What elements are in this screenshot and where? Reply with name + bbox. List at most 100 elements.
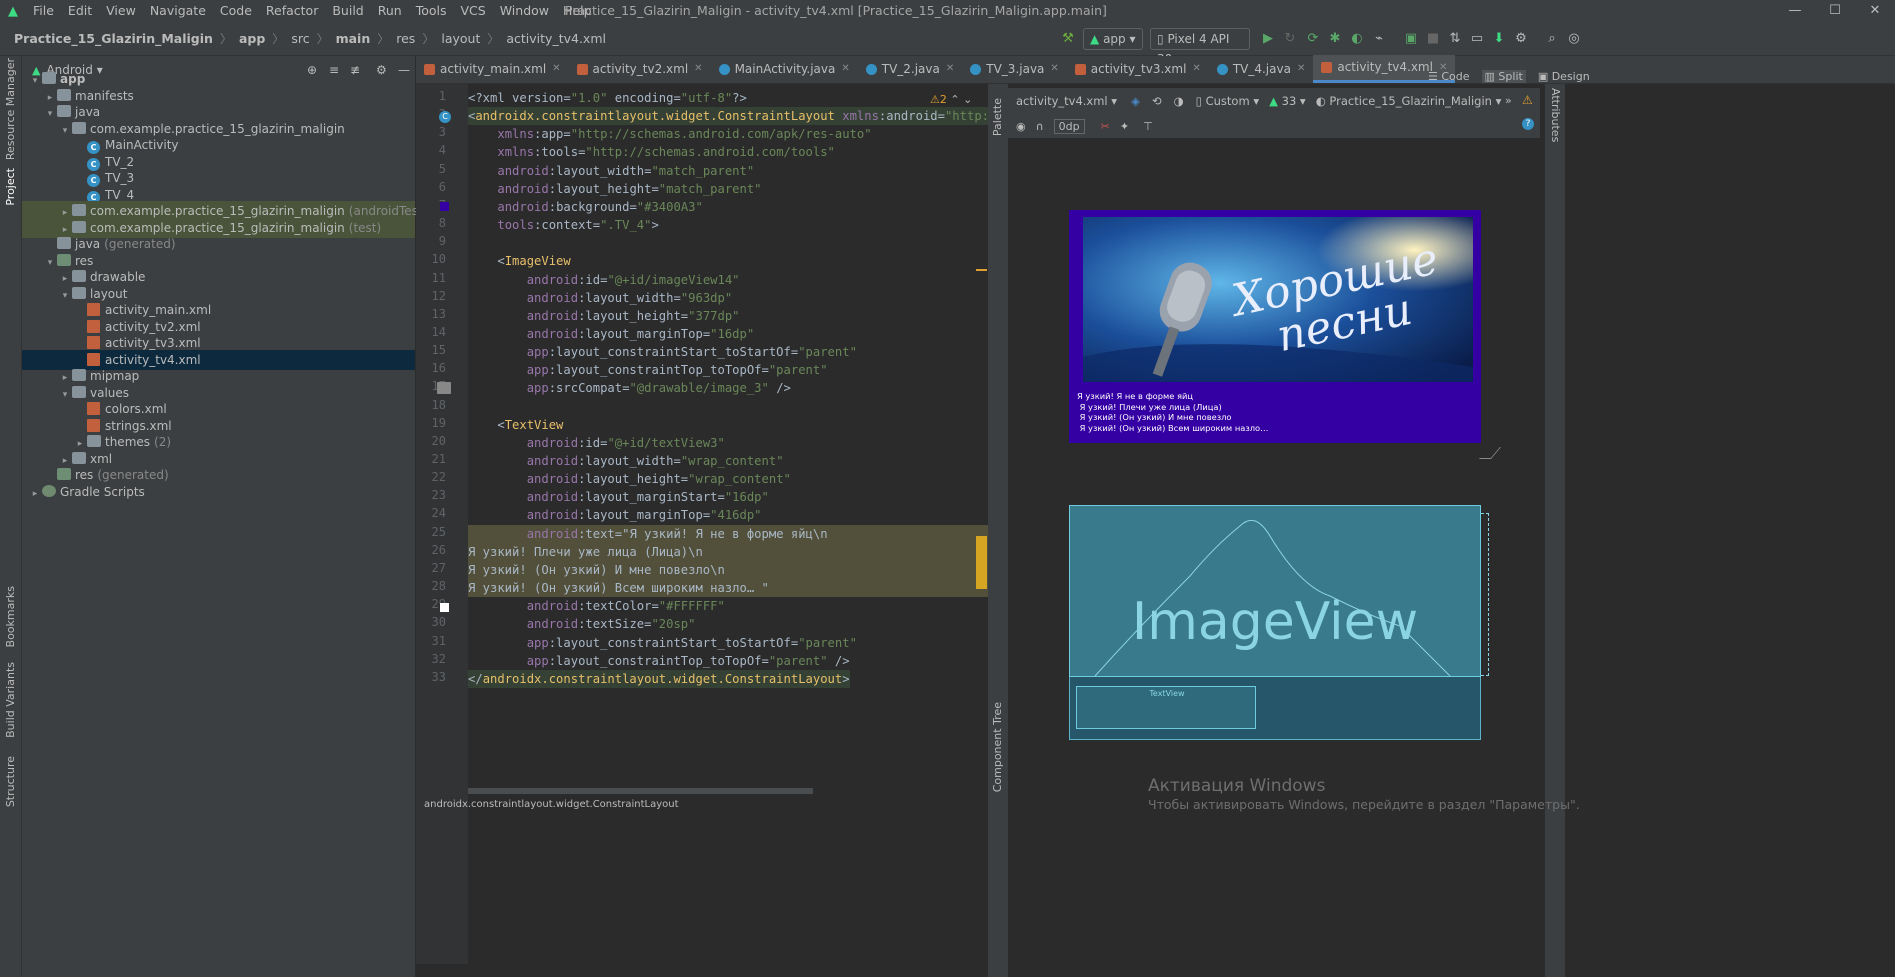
code-line[interactable]: app:layout_constraintStart_toStartOf="pa… — [468, 343, 857, 361]
maximize-button[interactable]: ☐ — [1815, 0, 1855, 22]
code-line[interactable]: android:background="#3400A3" — [468, 198, 702, 216]
breadcrumb-item[interactable]: res — [394, 31, 417, 46]
code-line[interactable]: android:textSize="20sp" — [468, 615, 696, 633]
infer-constraints-icon[interactable]: ✦ — [1120, 120, 1129, 133]
file-dropdown[interactable]: activity_tv4.xml ▾ — [1016, 94, 1117, 108]
device-manager-icon[interactable]: ▭ — [1467, 29, 1487, 49]
tab-build-variants[interactable]: Build Variants — [4, 662, 17, 738]
code-line[interactable]: android:layout_height="match_parent" — [468, 180, 761, 198]
run-icon[interactable]: ▶ — [1258, 29, 1278, 49]
white-color-swatch-icon[interactable] — [440, 603, 449, 612]
close-tab-icon[interactable]: ✕ — [694, 55, 702, 83]
code-line[interactable]: <ImageView — [468, 252, 570, 270]
help-icon[interactable]: ? — [1522, 118, 1534, 130]
tab-mainactivity-java[interactable]: MainActivity.java ✕ — [711, 55, 858, 83]
build-hammer-icon[interactable]: ⚒ — [1058, 29, 1078, 49]
code-line[interactable]: Я узкий! (Он узкий) Всем широким назло… … — [468, 579, 988, 598]
color-swatch-icon[interactable] — [440, 202, 449, 211]
close-tab-icon[interactable]: ✕ — [1192, 55, 1200, 83]
rerun-icon[interactable]: ↻ — [1280, 29, 1300, 49]
tab-bookmarks[interactable]: Bookmarks — [4, 586, 17, 647]
sync-gradle-icon[interactable]: ⇅ — [1445, 29, 1465, 49]
tab-activity-tv3-xml[interactable]: activity_tv3.xml ✕ — [1067, 55, 1209, 83]
design-mode-button[interactable]: ▣ Design — [1538, 70, 1590, 83]
code-line[interactable]: xmlns:app="http://schemas.android.com/ap… — [468, 125, 871, 143]
code-line[interactable]: xmlns:tools="http://schemas.android.com/… — [468, 143, 835, 161]
menu-refactor[interactable]: Refactor — [259, 0, 325, 22]
code-editor[interactable]: <?xml version="1.0" encoding="utf-8"?> <a… — [468, 84, 988, 964]
code-line[interactable]: app:layout_constraintTop_toTopOf="parent… — [468, 361, 828, 379]
stop-icon[interactable]: ■ — [1423, 29, 1443, 49]
debug-icon[interactable]: ✱ — [1325, 29, 1345, 49]
tab-palette[interactable]: Palette — [991, 98, 1004, 136]
close-tab-icon[interactable]: ✕ — [552, 55, 560, 83]
tab-resource-manager[interactable]: Resource Manager — [4, 58, 17, 160]
code-line[interactable]: <?xml version="1.0" encoding="utf-8"?> — [468, 89, 747, 107]
code-line[interactable]: Я узкий! (Он узкий) И мне повезло\n — [468, 560, 988, 579]
close-window-button[interactable]: ✕ — [1855, 0, 1895, 22]
code-line[interactable]: android:layout_width="match_parent" — [468, 162, 754, 180]
run-config-dropdown[interactable]: ▲ app ▾ — [1083, 28, 1143, 50]
device-dropdown[interactable]: ▯ Pixel 4 API 30 ▾ — [1150, 28, 1250, 66]
tab-tv-3-java[interactable]: TV_3.java ✕ — [962, 55, 1067, 83]
minimize-button[interactable]: — — [1775, 0, 1815, 22]
code-line[interactable]: android:text="Я узкий! Я не в форме яйц\… — [468, 524, 988, 543]
warning-stripe-marker[interactable] — [976, 536, 987, 589]
menu-run[interactable]: Run — [371, 0, 409, 22]
code-line[interactable]: android:layout_marginTop="16dp" — [468, 325, 754, 343]
orientation-icon[interactable]: ⟲ — [1152, 94, 1162, 108]
theme-dropdown[interactable]: ◐ Practice_15_Glazirin_Maligin ▾ — [1316, 94, 1502, 108]
code-line[interactable]: android:layout_height="377dp" — [468, 307, 740, 325]
apply-changes-icon[interactable]: ⟳ — [1303, 29, 1323, 49]
code-line[interactable]: <TextView — [468, 416, 563, 434]
menu-view[interactable]: View — [99, 0, 143, 22]
close-tab-icon[interactable]: ✕ — [1050, 55, 1058, 83]
menu-vcs[interactable]: VCS — [454, 0, 493, 22]
menu-window[interactable]: Window — [493, 0, 556, 22]
guidelines-icon[interactable]: ⊤ — [1143, 120, 1153, 133]
breadcrumb-item[interactable]: Practice_15_Glazirin_Maligin — [12, 31, 215, 46]
chevron-right-icon[interactable]: ▸ — [28, 484, 42, 504]
close-tab-icon[interactable]: ✕ — [841, 55, 849, 83]
warning-stripe-marker[interactable] — [976, 269, 987, 271]
breadcrumb-item[interactable]: activity_tv4.xml — [504, 31, 608, 46]
settings-cog-icon[interactable]: ⚙ — [1511, 29, 1531, 49]
breadcrumb-item[interactable]: app — [237, 31, 267, 46]
code-line[interactable]: android:layout_width="wrap_content" — [468, 452, 784, 470]
code-line[interactable]: <androidx.constraintlayout.widget.Constr… — [468, 107, 988, 126]
assistant-icon[interactable]: ◎ — [1564, 29, 1584, 49]
code-mode-button[interactable]: ☰ Code — [1428, 70, 1470, 83]
class-gutter-icon[interactable]: C — [439, 111, 451, 123]
code-line[interactable]: android:id="@+id/imageView14" — [468, 271, 740, 289]
menu-navigate[interactable]: Navigate — [143, 0, 213, 22]
image-preview-icon[interactable] — [437, 382, 451, 394]
search-icon[interactable]: ⌕ — [1542, 29, 1562, 49]
device-dropdown-design[interactable]: ▯ Custom ▾ — [1196, 94, 1259, 108]
coverage-icon[interactable]: ▣ — [1401, 29, 1421, 49]
code-line[interactable]: app:layout_constraintStart_toStartOf="pa… — [468, 634, 857, 652]
attach-debugger-icon[interactable]: ⌁ — [1369, 29, 1389, 49]
horizontal-scrollbar[interactable] — [468, 788, 813, 794]
menu-file[interactable]: File — [26, 0, 61, 22]
warning-indicator[interactable]: ⚠2 ⌃ ⌄ — [930, 93, 972, 106]
clear-constraints-icon[interactable]: ✂ — [1101, 120, 1110, 133]
default-margin-field[interactable]: 0dp — [1053, 118, 1085, 134]
tab-component-tree[interactable]: Component Tree — [991, 702, 1004, 792]
code-line[interactable]: android:layout_marginStart="16dp" — [468, 488, 769, 506]
split-mode-button[interactable]: ▥ Split — [1481, 70, 1526, 83]
breadcrumb-item[interactable]: src — [289, 31, 311, 46]
api-dropdown[interactable]: ▲ 33 ▾ — [1269, 94, 1306, 108]
tab-tv-2-java[interactable]: TV_2.java ✕ — [858, 55, 963, 83]
close-tab-icon[interactable]: ✕ — [1297, 55, 1305, 83]
code-line[interactable]: android:layout_width="963dp" — [468, 289, 732, 307]
layers-icon[interactable]: ◈ — [1131, 94, 1140, 108]
code-line[interactable]: android:id="@+id/textView3" — [468, 434, 725, 452]
menu-build[interactable]: Build — [325, 0, 370, 22]
menu-edit[interactable]: Edit — [61, 0, 99, 22]
tab-project[interactable]: Project — [4, 168, 17, 206]
code-line[interactable]: android:layout_height="wrap_content" — [468, 470, 791, 488]
expand-icon[interactable]: » — [1505, 94, 1512, 107]
tree-item[interactable]: ▸ Gradle Scripts — [22, 482, 415, 502]
code-line[interactable]: </androidx.constraintlayout.widget.Const… — [468, 669, 850, 688]
tab-activity-main-xml[interactable]: activity_main.xml ✕ — [416, 55, 569, 83]
